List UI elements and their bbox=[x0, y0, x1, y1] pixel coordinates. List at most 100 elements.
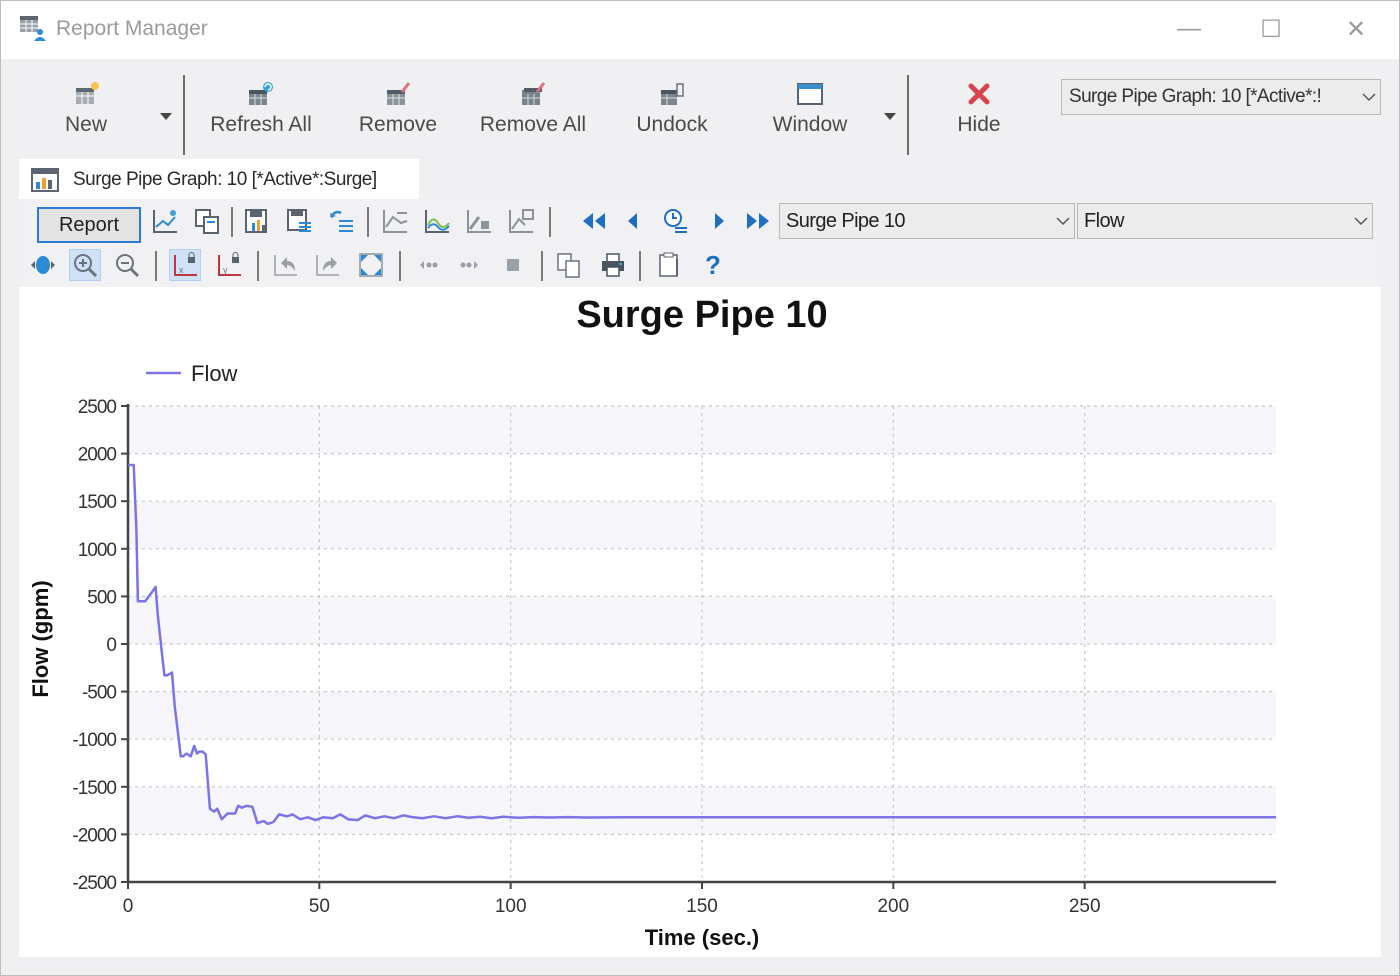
last-frame-button[interactable] bbox=[743, 205, 775, 237]
undo-zoom-button[interactable] bbox=[269, 249, 301, 281]
refresh-all-button[interactable]: Refresh All bbox=[206, 79, 316, 155]
add-series-button[interactable] bbox=[463, 205, 495, 237]
graph-toolbar-row-2: x y ? bbox=[19, 243, 1381, 287]
sync-data-icon bbox=[329, 210, 353, 232]
active-report-select[interactable]: Surge Pipe Graph: 10 [*Active*:! bbox=[1061, 79, 1381, 115]
scroll-left-button[interactable] bbox=[411, 249, 443, 281]
minimize-button[interactable]: — bbox=[1169, 11, 1209, 47]
toolbar-separator bbox=[231, 207, 233, 237]
x-axis-label: Time (sec.) bbox=[645, 925, 760, 950]
remove-icon bbox=[383, 79, 413, 109]
hide-icon bbox=[964, 79, 994, 109]
chart-options-button[interactable] bbox=[149, 205, 181, 237]
series-options-button[interactable] bbox=[379, 205, 411, 237]
x-tick-label: 50 bbox=[309, 896, 330, 917]
zoom-in-button[interactable] bbox=[69, 249, 101, 281]
export-data-button[interactable] bbox=[283, 205, 315, 237]
remove-all-button[interactable]: Remove All bbox=[475, 79, 591, 155]
copy-image-button[interactable] bbox=[553, 249, 585, 281]
zoom-in-icon bbox=[74, 254, 98, 278]
y-tick-label: -2000 bbox=[72, 825, 116, 846]
y-tick-label: 2500 bbox=[78, 397, 117, 418]
report-manager-app-icon bbox=[20, 16, 46, 41]
next-frame-button[interactable] bbox=[703, 205, 735, 237]
element-select[interactable]: Surge Pipe 10 bbox=[779, 203, 1075, 239]
help-button[interactable]: ? bbox=[697, 249, 729, 281]
time-step-button[interactable] bbox=[659, 205, 691, 237]
first-frame-button[interactable] bbox=[577, 205, 609, 237]
chevron-left-icon bbox=[628, 213, 637, 229]
svg-text:y: y bbox=[223, 265, 228, 275]
toolbar-separator bbox=[541, 251, 543, 281]
y-tick-label: 500 bbox=[87, 587, 116, 608]
page-setup-button[interactable] bbox=[653, 249, 685, 281]
remove-button[interactable]: Remove bbox=[356, 79, 440, 155]
hide-button[interactable]: Hide bbox=[951, 79, 1007, 155]
y-tick-label: 1500 bbox=[78, 492, 117, 513]
copy-button[interactable] bbox=[191, 205, 223, 237]
stop-button[interactable] bbox=[497, 249, 529, 281]
undock-button[interactable]: Undock bbox=[631, 79, 713, 155]
save-graph-button[interactable] bbox=[241, 205, 273, 237]
field-select[interactable]: Flow bbox=[1077, 203, 1373, 239]
close-button[interactable]: ✕ bbox=[1336, 11, 1376, 47]
new-button[interactable]: New bbox=[59, 79, 113, 155]
chart-area: Surge Pipe 10 Flow 2500 2000 1500 1000 500 0-… bbox=[19, 287, 1381, 957]
previous-frame-button[interactable] bbox=[617, 205, 649, 237]
fit-to-window-icon bbox=[359, 253, 383, 277]
zoom-out-button[interactable] bbox=[111, 249, 143, 281]
tab-surge-pipe-graph[interactable]: Surge Pipe Graph: 10 [*Active*:Surge] bbox=[19, 159, 419, 201]
window-button[interactable]: Window bbox=[765, 79, 855, 155]
minimize-icon: — bbox=[1177, 15, 1201, 42]
graph-report-icon bbox=[31, 168, 59, 192]
stop-icon bbox=[507, 259, 519, 271]
new-dropdown-arrow[interactable] bbox=[157, 107, 175, 125]
lock-x-axis-button[interactable]: x bbox=[169, 249, 201, 281]
window-label: Window bbox=[772, 113, 848, 136]
sync-data-button[interactable] bbox=[325, 205, 357, 237]
scroll-right-button[interactable] bbox=[455, 249, 487, 281]
refresh-all-label: Refresh All bbox=[210, 113, 312, 136]
pan-icon bbox=[31, 256, 55, 274]
pan-button[interactable] bbox=[27, 249, 59, 281]
y-tick-label: -1500 bbox=[72, 778, 116, 799]
toolbar-separator bbox=[549, 207, 551, 237]
chart-title: Surge Pipe 10 bbox=[576, 294, 827, 336]
lock-y-axis-button[interactable]: y bbox=[213, 249, 245, 281]
x-tick-label: 150 bbox=[686, 896, 718, 917]
print-button[interactable] bbox=[597, 249, 629, 281]
remove-all-label: Remove All bbox=[479, 113, 587, 136]
toolbar-separator bbox=[155, 251, 157, 281]
series-properties-button[interactable] bbox=[505, 205, 537, 237]
legend: Flow bbox=[146, 361, 238, 386]
maximize-button[interactable]: ☐ bbox=[1251, 11, 1291, 47]
window-title: Report Manager bbox=[56, 17, 208, 40]
compare-series-button[interactable] bbox=[421, 205, 453, 237]
compare-series-icon bbox=[425, 210, 450, 233]
new-report-icon bbox=[71, 79, 101, 109]
graph-toolbar-row-1: Report Surge Pipe 10 Flow bbox=[19, 199, 1381, 243]
scroll-left-icon bbox=[420, 261, 438, 269]
copy-image-icon bbox=[557, 253, 580, 278]
report-button[interactable]: Report bbox=[37, 207, 141, 243]
chevron-down-icon bbox=[1052, 210, 1074, 232]
window-icon bbox=[795, 79, 825, 109]
y-tick-labels: 2500 2000 1500 1000 500 0 -500 -1000 -1500 -2000 -… bbox=[72, 397, 117, 894]
undo-zoom-icon bbox=[274, 255, 297, 276]
field-select-value: Flow bbox=[1084, 209, 1124, 232]
x-tick-label: 0 bbox=[123, 896, 134, 917]
legend-label-flow: Flow bbox=[191, 361, 238, 386]
series-properties-icon bbox=[509, 209, 534, 233]
title-bar: Report Manager — ☐ ✕ bbox=[1, 1, 1399, 59]
export-data-icon bbox=[287, 209, 311, 232]
save-graph-icon bbox=[245, 209, 267, 233]
x-tick-label: 200 bbox=[877, 896, 909, 917]
redo-zoom-button[interactable] bbox=[311, 249, 343, 281]
y-tick-label: 2000 bbox=[78, 445, 117, 466]
x-tick-label: 100 bbox=[495, 896, 527, 917]
fit-to-window-button[interactable] bbox=[355, 249, 387, 281]
series-options-icon bbox=[383, 210, 408, 233]
toolbar-separator bbox=[257, 251, 259, 281]
window-dropdown-arrow[interactable] bbox=[881, 107, 899, 125]
toolbar-separator bbox=[639, 251, 641, 281]
